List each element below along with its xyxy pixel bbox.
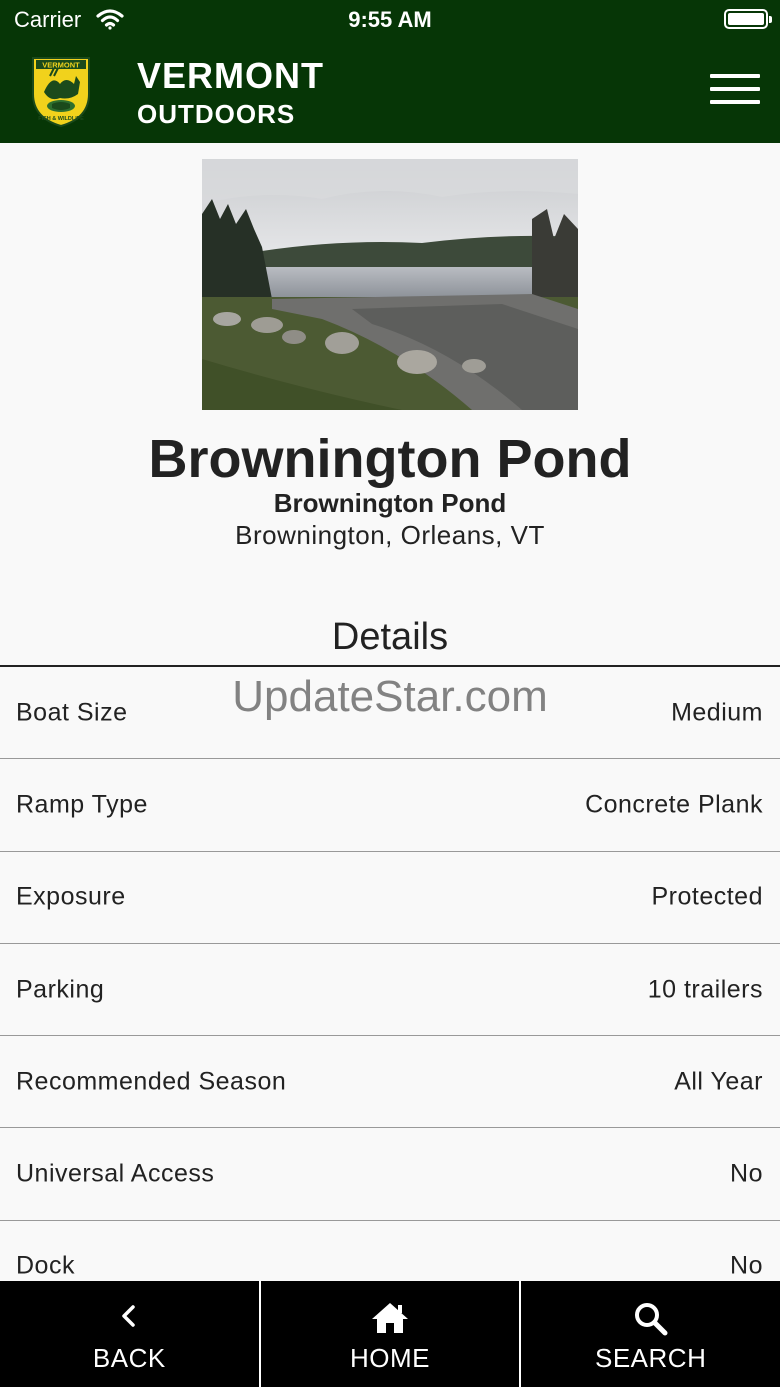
detail-label: Exposure bbox=[16, 882, 126, 911]
brand-subtitle: OUTDOORS bbox=[137, 99, 296, 129]
boat-launch-photo bbox=[202, 159, 578, 410]
detail-label: Boat Size bbox=[16, 698, 128, 727]
search-icon bbox=[634, 1303, 668, 1336]
detail-row-boat-size: Boat Size Medium bbox=[0, 667, 780, 760]
bottom-nav: BACK HOME SEARCH bbox=[0, 1281, 780, 1387]
brand-title: VERMONT bbox=[137, 55, 324, 96]
detail-label: Parking bbox=[16, 975, 105, 1004]
app-header: Carrier 9:55 AM VERMONT FISH & WILDLIFE … bbox=[0, 0, 780, 143]
home-label: HOME bbox=[350, 1343, 430, 1373]
detail-value: Concrete Plank bbox=[585, 790, 763, 819]
detail-label: Universal Access bbox=[16, 1159, 215, 1188]
menu-button[interactable] bbox=[710, 74, 760, 106]
detail-row-ramp-type: Ramp Type Concrete Plank bbox=[0, 759, 780, 852]
detail-value: No bbox=[730, 1159, 763, 1188]
detail-value: 10 trailers bbox=[647, 975, 763, 1004]
detail-row-exposure: Exposure Protected bbox=[0, 852, 780, 944]
place-title: Brownington Pond bbox=[148, 429, 632, 489]
home-button[interactable]: HOME bbox=[258, 1281, 520, 1387]
place-location: Brownington, Orleans, VT bbox=[235, 520, 545, 550]
detail-label: Recommended Season bbox=[16, 1067, 287, 1096]
svg-text:VERMONT: VERMONT bbox=[42, 61, 80, 70]
detail-row-parking: Parking 10 trailers bbox=[0, 944, 780, 1037]
detail-value: All Year bbox=[674, 1067, 763, 1096]
detail-value: Medium bbox=[671, 698, 763, 727]
svg-text:FISH & WILDLIFE: FISH & WILDLIFE bbox=[38, 116, 84, 122]
details-list: Boat Size Medium Ramp Type Concrete Plan… bbox=[0, 667, 780, 1314]
battery-icon bbox=[724, 9, 772, 29]
menu-icon bbox=[710, 74, 760, 78]
home-icon bbox=[372, 1303, 408, 1333]
back-chevron-icon bbox=[122, 1305, 136, 1327]
detail-label: Dock bbox=[16, 1251, 75, 1280]
back-button[interactable]: BACK bbox=[0, 1281, 259, 1387]
detail-label: Ramp Type bbox=[16, 790, 148, 819]
status-time: 9:55 AM bbox=[348, 7, 432, 32]
search-button[interactable]: SEARCH bbox=[519, 1281, 780, 1387]
detail-row-universal-access: Universal Access No bbox=[0, 1128, 780, 1221]
back-label: BACK bbox=[92, 1343, 166, 1373]
detail-row-recommended-season: Recommended Season All Year bbox=[0, 1036, 780, 1129]
detail-value: Protected bbox=[651, 882, 763, 911]
details-heading: Details bbox=[331, 616, 449, 658]
status-bar: Carrier 9:55 AM bbox=[0, 0, 780, 40]
place-subtitle: Brownington Pond bbox=[273, 488, 507, 518]
detail-value: No bbox=[730, 1251, 763, 1280]
search-label: SEARCH bbox=[595, 1343, 707, 1373]
vermont-fish-wildlife-logo: VERMONT FISH & WILDLIFE bbox=[32, 57, 90, 128]
